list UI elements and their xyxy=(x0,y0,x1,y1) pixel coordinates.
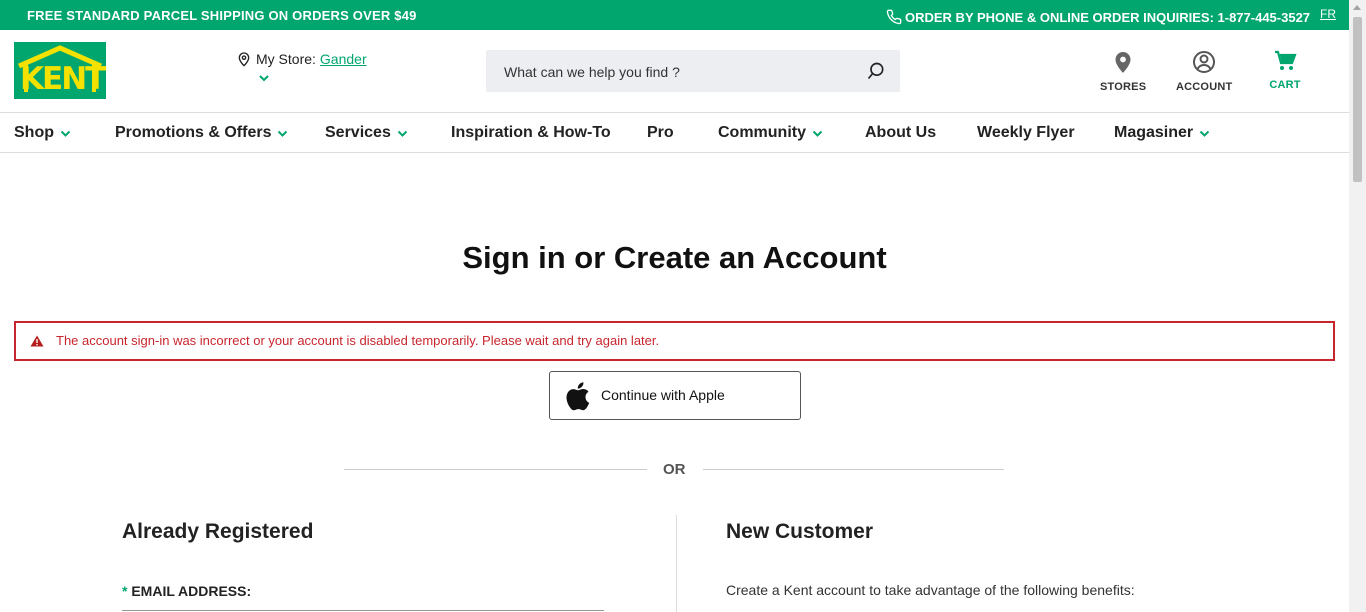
error-alert: The account sign-in was incorrect or you… xyxy=(14,321,1335,361)
kent-logo[interactable]: KENT xyxy=(14,42,106,99)
nav-item-promotions[interactable]: Promotions & Offers xyxy=(115,124,288,142)
nav-item-inspiration[interactable]: Inspiration & How-To xyxy=(451,124,611,142)
cart-link[interactable]: CART xyxy=(1266,50,1304,91)
stores-pin-icon xyxy=(1115,52,1131,73)
location-pin-icon xyxy=(238,52,250,67)
logo-wordmark: KENT xyxy=(20,61,106,97)
or-divider-text: OR xyxy=(663,461,686,478)
page-scrollbar[interactable] xyxy=(1349,0,1366,612)
email-label-text: EMAIL ADDRESS: xyxy=(131,583,252,599)
nav-label: Services xyxy=(325,124,391,141)
nav-label: Promotions & Offers xyxy=(115,124,272,141)
chevron-down-icon xyxy=(1199,130,1210,137)
search-bar[interactable]: What can we help you find ? xyxy=(486,50,900,92)
email-field[interactable] xyxy=(122,610,604,611)
phone-text: ORDER BY PHONE & ONLINE ORDER INQUIRIES:… xyxy=(905,9,1311,25)
nav-label: Shop xyxy=(14,124,54,141)
column-divider xyxy=(676,515,677,612)
stores-label: STORES xyxy=(1100,81,1147,93)
shipping-promo-text: FREE STANDARD PARCEL SHIPPING ON ORDERS … xyxy=(27,8,417,23)
my-store-label: My Store: xyxy=(256,51,316,67)
chevron-down-icon xyxy=(278,130,288,137)
my-store: My Store: Gander xyxy=(236,50,367,68)
cart-icon xyxy=(1275,50,1297,70)
or-divider-right xyxy=(703,469,1004,470)
scroll-up-arrow-icon[interactable] xyxy=(1353,5,1361,10)
nav-label: Inspiration & How-To xyxy=(451,124,611,141)
or-divider-left xyxy=(344,469,647,470)
phone-icon xyxy=(886,9,902,25)
new-customer-heading: New Customer xyxy=(726,520,874,543)
already-registered-heading: Already Registered xyxy=(122,520,314,543)
continue-with-apple-button[interactable]: Continue with Apple xyxy=(549,371,801,420)
account-link[interactable]: ACCOUNT xyxy=(1176,50,1232,93)
email-field-label: * EMAIL ADDRESS: xyxy=(122,583,251,599)
account-user-icon xyxy=(1193,51,1215,73)
nav-item-services[interactable]: Services xyxy=(325,124,408,142)
store-chevron-down-icon[interactable] xyxy=(258,74,270,82)
phone-info[interactable]: ORDER BY PHONE & ONLINE ORDER INQUIRIES:… xyxy=(886,9,1310,25)
language-toggle-link[interactable]: FR xyxy=(1320,7,1336,21)
page-title: Sign in or Create an Account xyxy=(462,240,887,275)
store-name-link[interactable]: Gander xyxy=(320,51,367,67)
nav-label: About Us xyxy=(865,124,937,141)
apple-button-label: Continue with Apple xyxy=(601,387,725,403)
nav-item-shop[interactable]: Shop xyxy=(14,124,71,142)
nav-label: Community xyxy=(718,124,806,141)
site-header: KENT My Store: Gander What can we help y… xyxy=(0,30,1349,113)
nav-label: Pro xyxy=(647,124,674,141)
chevron-down-icon xyxy=(397,130,408,137)
error-message: The account sign-in was incorrect or you… xyxy=(56,333,660,348)
main-nav: Shop Promotions & Offers Services Inspir… xyxy=(0,113,1349,153)
search-input[interactable]: What can we help you find ? xyxy=(504,64,680,80)
warning-icon xyxy=(30,335,44,347)
chevron-down-icon xyxy=(812,130,823,137)
nav-item-pro[interactable]: Pro xyxy=(647,124,674,142)
account-label: ACCOUNT xyxy=(1176,81,1233,93)
nav-label: Weekly Flyer xyxy=(977,124,1075,141)
cart-label: CART xyxy=(1269,79,1301,91)
scrollbar-thumb[interactable] xyxy=(1353,17,1362,182)
new-customer-benefits-text: Create a Kent account to take advantage … xyxy=(726,582,1135,598)
nav-item-about-us[interactable]: About Us xyxy=(865,124,936,142)
required-asterisk: * xyxy=(122,583,128,599)
nav-item-magasiner[interactable]: Magasiner xyxy=(1114,124,1210,142)
apple-icon xyxy=(566,382,590,411)
search-icon[interactable] xyxy=(866,61,886,81)
chevron-down-icon xyxy=(60,130,71,137)
nav-item-community[interactable]: Community xyxy=(718,124,823,142)
stores-link[interactable]: STORES xyxy=(1100,50,1146,93)
promo-bar: FREE STANDARD PARCEL SHIPPING ON ORDERS … xyxy=(0,0,1349,30)
nav-item-weekly-flyer[interactable]: Weekly Flyer xyxy=(977,124,1075,142)
nav-label: Magasiner xyxy=(1114,124,1194,141)
